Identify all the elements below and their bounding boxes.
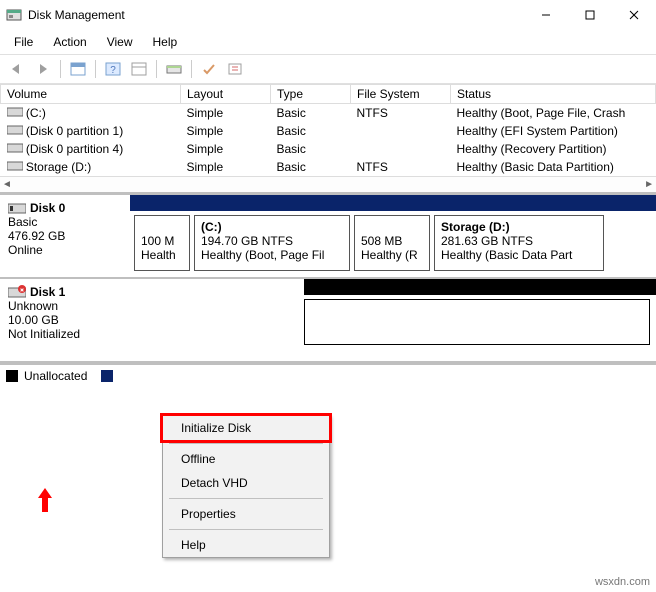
watermark: wsxdn.com	[595, 576, 650, 588]
disk0-stripe	[130, 195, 656, 211]
col-status[interactable]: Status	[451, 85, 656, 104]
volume-icon	[7, 106, 23, 120]
menu-offline[interactable]: Offline	[163, 447, 329, 471]
window-title: Disk Management	[28, 8, 125, 22]
toolbar: ?	[0, 54, 656, 84]
close-button[interactable]	[612, 0, 656, 30]
tool-icon-1[interactable]	[128, 58, 150, 80]
table-row[interactable]: (C:)SimpleBasicNTFSHealthy (Boot, Page F…	[1, 104, 656, 123]
legend-color-unallocated	[6, 370, 18, 382]
volume-table: Volume Layout Type File System Status (C…	[0, 84, 656, 176]
disk-row-1: Disk 1 Unknown 10.00 GB Not Initialized	[0, 279, 656, 363]
disk-icon	[8, 201, 26, 215]
volume-icon	[7, 142, 23, 156]
action1-icon[interactable]	[198, 58, 220, 80]
scroll-left-icon[interactable]: ◄	[2, 179, 12, 190]
svg-text:?: ?	[110, 65, 116, 76]
disk1-unallocated[interactable]	[304, 299, 650, 345]
col-layout[interactable]: Layout	[181, 85, 271, 104]
disk-icon[interactable]	[163, 58, 185, 80]
annotation-arrow-icon	[38, 488, 52, 512]
legend: Unallocated	[0, 363, 656, 387]
forward-button[interactable]	[32, 58, 54, 80]
disk-map: Disk 0 Basic 476.92 GB Online 100 MHealt…	[0, 192, 656, 387]
volume-icon	[7, 160, 23, 174]
disk0-info[interactable]: Disk 0 Basic 476.92 GB Online	[0, 195, 130, 277]
legend-unallocated: Unallocated	[24, 369, 87, 383]
disk1-stripe	[304, 279, 656, 295]
titlebar: Disk Management	[0, 0, 656, 30]
context-menu: Initialize Disk Offline Detach VHD Prope…	[162, 415, 330, 558]
back-button[interactable]	[6, 58, 28, 80]
h-scrollbar[interactable]: ◄ ►	[0, 176, 656, 192]
legend-color-primary	[101, 370, 113, 382]
menu-properties[interactable]: Properties	[163, 502, 329, 526]
action2-icon[interactable]	[224, 58, 246, 80]
menu-action[interactable]: Action	[43, 32, 96, 52]
table-row[interactable]: (Disk 0 partition 1)SimpleBasicHealthy (…	[1, 122, 656, 140]
help-icon[interactable]: ?	[102, 58, 124, 80]
partition-box[interactable]: 100 MHealth	[134, 215, 190, 271]
minimize-button[interactable]	[524, 0, 568, 30]
scroll-right-icon[interactable]: ►	[644, 179, 654, 190]
menu-initialize-disk[interactable]: Initialize Disk	[160, 413, 332, 443]
col-volume[interactable]: Volume	[1, 85, 181, 104]
view-icon[interactable]	[67, 58, 89, 80]
disk-row-0: Disk 0 Basic 476.92 GB Online 100 MHealt…	[0, 195, 656, 279]
menubar: File Action View Help	[0, 30, 656, 54]
volume-icon	[7, 124, 23, 138]
menu-help[interactable]: Help	[163, 533, 329, 557]
app-icon	[6, 7, 22, 23]
col-type[interactable]: Type	[271, 85, 351, 104]
menu-file[interactable]: File	[4, 32, 43, 52]
maximize-button[interactable]	[568, 0, 612, 30]
disk1-info[interactable]: Disk 1 Unknown 10.00 GB Not Initialized	[0, 279, 130, 361]
partition-box[interactable]: 508 MBHealthy (R	[354, 215, 430, 271]
table-row[interactable]: Storage (D:)SimpleBasicNTFSHealthy (Basi…	[1, 158, 656, 176]
partition-box[interactable]: (C:)194.70 GB NTFSHealthy (Boot, Page Fi…	[194, 215, 350, 271]
disk-error-icon	[8, 285, 26, 299]
table-row[interactable]: (Disk 0 partition 4)SimpleBasicHealthy (…	[1, 140, 656, 158]
partition-box[interactable]: Storage (D:)281.63 GB NTFSHealthy (Basic…	[434, 215, 604, 271]
menu-detach-vhd[interactable]: Detach VHD	[163, 471, 329, 495]
col-fs[interactable]: File System	[351, 85, 451, 104]
menu-view[interactable]: View	[97, 32, 143, 52]
menu-help[interactable]: Help	[143, 32, 188, 52]
